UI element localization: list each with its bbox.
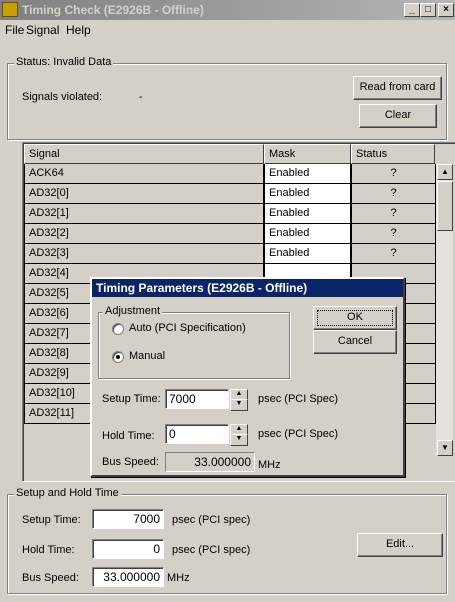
mask-cell[interactable]: Enabled — [264, 244, 351, 264]
cancel-button[interactable]: Cancel — [313, 330, 397, 354]
status-cell[interactable]: ? — [351, 204, 436, 224]
signals-violated-value: - — [139, 91, 143, 103]
close-button[interactable]: × — [438, 3, 454, 17]
menu-signal[interactable]: Signal — [26, 23, 59, 37]
manual-radio-label[interactable]: Manual — [129, 350, 165, 362]
dialog-title[interactable]: Timing Parameters (E2926B - Offline) — [92, 279, 403, 297]
window-title: Timing Check (E2926B - Offline) — [22, 3, 204, 17]
column-header-mask[interactable]: Mask — [264, 144, 351, 164]
scroll-thumb[interactable] — [437, 181, 453, 231]
signal-cell[interactable]: ACK64 — [24, 164, 264, 184]
mask-cell[interactable]: Enabled — [264, 184, 351, 204]
scroll-up-button[interactable]: ▲ — [437, 164, 453, 180]
hold-spinner[interactable]: ▲ ▼ — [230, 424, 248, 446]
maximize-button[interactable]: □ — [420, 3, 436, 17]
hold-time-field: 0 — [92, 539, 164, 559]
dialog-bus-label: Bus Speed: — [102, 456, 159, 468]
hold-spin-down-icon[interactable]: ▼ — [230, 434, 248, 446]
dialog-bus-value: 33.000000 — [165, 452, 255, 472]
manual-radio-dot — [116, 355, 120, 359]
status-cell[interactable]: ? — [351, 164, 436, 184]
clear-button[interactable]: Clear — [359, 104, 437, 128]
app-icon — [2, 2, 18, 17]
bus-speed-unit: MHz — [167, 572, 190, 584]
bus-speed-field: 33.000000 — [92, 567, 164, 587]
auto-radio[interactable] — [112, 323, 124, 335]
window-title-bar[interactable]: Timing Check (E2926B - Offline) _ □ × — [0, 0, 455, 20]
status-cell[interactable]: ? — [351, 224, 436, 244]
setup-spinner[interactable]: ▲ ▼ — [230, 389, 248, 411]
signal-cell[interactable]: AD32[0] — [24, 184, 264, 204]
signal-cell[interactable]: AD32[1] — [24, 204, 264, 224]
read-from-card-button[interactable]: Read from card — [353, 76, 442, 100]
mask-cell[interactable]: Enabled — [264, 164, 351, 184]
mask-cell[interactable]: Enabled — [264, 224, 351, 244]
dialog-bus-unit: MHz — [258, 459, 281, 471]
manual-radio[interactable] — [112, 351, 124, 363]
setup-time-field: 7000 — [92, 509, 164, 529]
column-header-status[interactable]: Status — [351, 144, 435, 164]
status-cell[interactable]: ? — [351, 244, 436, 264]
column-header-signal[interactable]: Signal — [24, 144, 264, 164]
auto-radio-label[interactable]: Auto (PCI Specification) — [129, 322, 246, 334]
dialog-hold-label: Hold Time: — [102, 430, 155, 442]
minimize-button[interactable]: _ — [404, 3, 420, 17]
scroll-down-button[interactable]: ▼ — [437, 440, 453, 456]
menu-file[interactable]: File — [5, 23, 24, 37]
dialog-hold-unit: psec (PCI Spec) — [258, 428, 339, 440]
menu-help[interactable]: Help — [66, 23, 91, 37]
setup-time-unit: psec (PCI spec) — [172, 514, 251, 526]
hold-time-unit: psec (PCI spec) — [172, 544, 251, 556]
ok-button[interactable]: OK — [313, 306, 397, 330]
mask-cell[interactable]: Enabled — [264, 204, 351, 224]
status-cell[interactable]: ? — [351, 184, 436, 204]
adjustment-label: Adjustment — [103, 305, 163, 317]
dialog-setup-input[interactable]: 7000 — [165, 389, 229, 409]
hold-time-label: Hold Time: — [22, 544, 75, 556]
setup-hold-group-label: Setup and Hold Time — [14, 487, 121, 499]
signal-cell[interactable]: AD32[2] — [24, 224, 264, 244]
status-group-label: Status: Invalid Data — [14, 56, 114, 68]
signals-violated-label: Signals violated: — [22, 91, 103, 103]
edit-button[interactable]: Edit... — [357, 533, 443, 557]
dialog-setup-unit: psec (PCI Spec) — [258, 393, 339, 405]
setup-spin-down-icon[interactable]: ▼ — [230, 399, 248, 411]
dialog-setup-label: Setup Time: — [102, 393, 161, 405]
dialog-hold-input[interactable]: 0 — [165, 424, 229, 444]
signal-cell[interactable]: AD32[3] — [24, 244, 264, 264]
bus-speed-label: Bus Speed: — [22, 572, 79, 584]
menu-bar: File Signal Help — [0, 20, 455, 40]
setup-time-label: Setup Time: — [22, 514, 81, 526]
